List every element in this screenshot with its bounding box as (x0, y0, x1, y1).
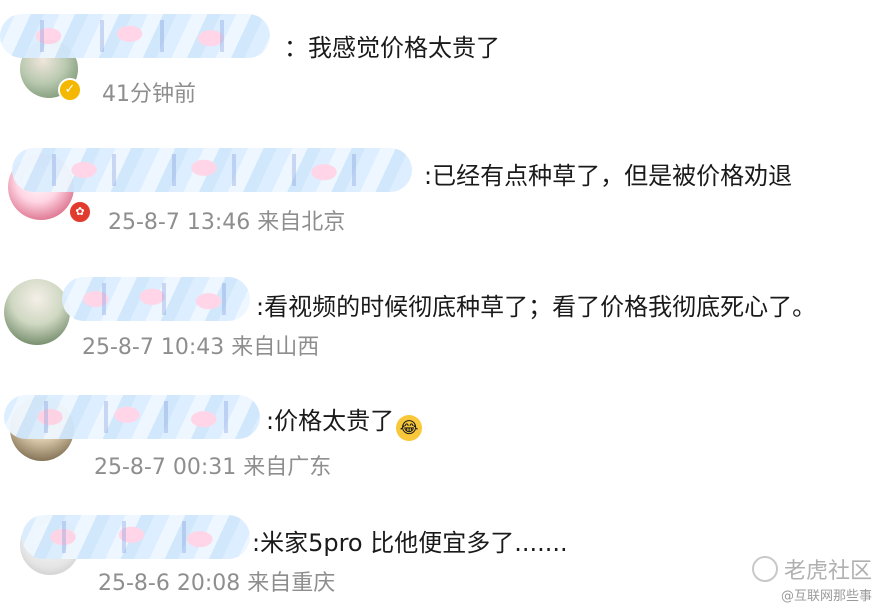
comment-text: ：我感觉价格太贵了 (284, 34, 500, 62)
username-mosaic[interactable] (0, 14, 270, 58)
comment-text: :已经有点种草了，但是被价格劝退 (424, 162, 793, 190)
comment-text: :看视频的时候彻底种草了；看了价格我彻底死心了。 (256, 293, 817, 321)
username-mosaic[interactable] (62, 277, 250, 321)
avatar[interactable] (4, 279, 70, 345)
username-mosaic[interactable] (12, 148, 412, 192)
tiger-logo-icon (751, 556, 778, 582)
watermark: 老虎社区 @互联网那些事 (751, 553, 872, 604)
comment-item: ✓ ：我感觉价格太贵了 41分钟前 (0, 0, 888, 120)
verified-badge-icon: ✓ (58, 78, 82, 102)
comment-item: :价格太贵了 😂 25-8-7 00:31 来自广东 (0, 385, 888, 495)
badge-icon: ✿ (68, 200, 92, 224)
comment-timestamp: 25-8-6 20:08 来自重庆 (98, 571, 336, 596)
comment-text-body: :价格太贵了 (266, 407, 395, 435)
comment-text: :价格太贵了 😂 (266, 401, 423, 441)
username-mosaic[interactable] (22, 515, 250, 559)
watermark-title: 老虎社区 (783, 559, 872, 584)
comment-timestamp: 25-8-7 13:46 来自北京 (108, 210, 346, 235)
comment-timestamp: 25-8-7 00:31 来自广东 (94, 455, 332, 480)
comment-timestamp: 41分钟前 (102, 82, 196, 107)
comment-item: ✿ :已经有点种草了，但是被价格劝退 25-8-7 13:46 来自北京 (0, 130, 888, 250)
comment-item: :看视频的时候彻底种草了；看了价格我彻底死心了。 25-8-7 10:43 来自… (0, 265, 888, 375)
comment-text: :米家5pro 比他便宜多了....... (252, 529, 568, 557)
watermark-subtitle: @互联网那些事 (780, 589, 872, 604)
comment-timestamp: 25-8-7 10:43 来自山西 (82, 335, 320, 360)
username-mosaic[interactable] (4, 395, 260, 439)
laugh-cry-emoji-icon: 😂 (396, 415, 423, 441)
